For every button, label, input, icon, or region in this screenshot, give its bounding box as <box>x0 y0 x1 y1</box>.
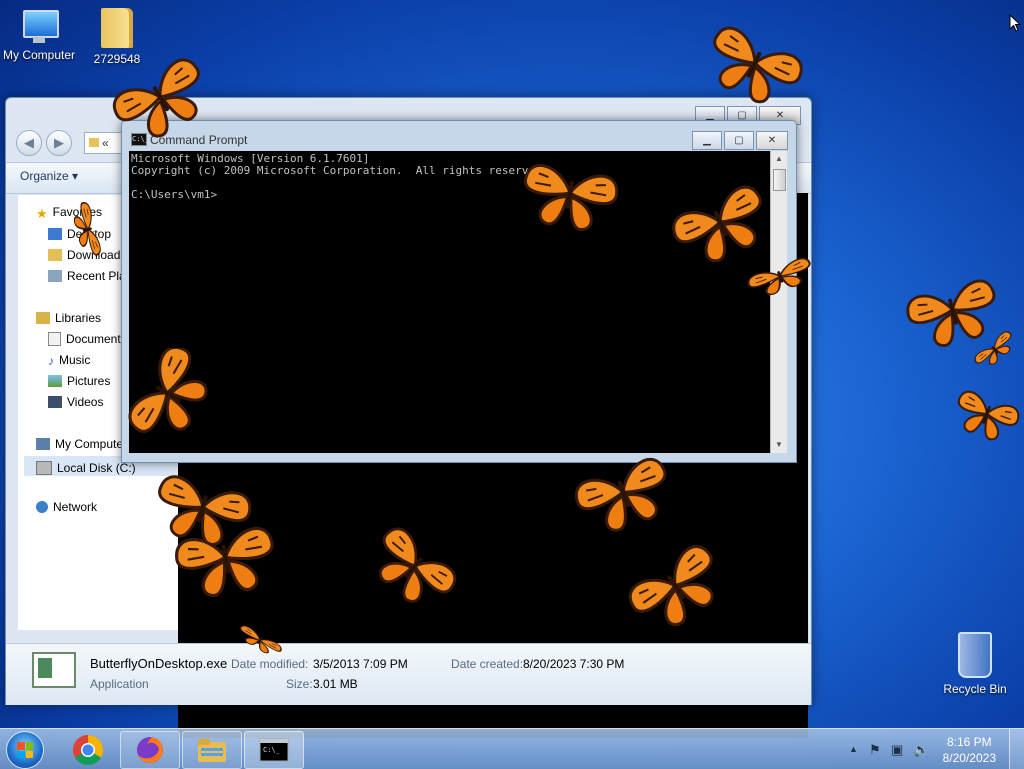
clock-date: 8/20/2023 <box>942 751 996 765</box>
libraries-icon <box>36 312 50 324</box>
chevron-down-icon: ▾ <box>72 169 79 183</box>
back-button[interactable]: ◀ <box>16 130 42 156</box>
butterfly <box>107 53 215 152</box>
cmd-icon: C:\_ <box>259 738 289 762</box>
butterfly <box>700 21 808 115</box>
music-icon: ♪ <box>48 354 54 368</box>
folder-icon <box>89 138 99 147</box>
organize-label: Organize <box>20 169 69 183</box>
console-line: Copyright (c) 2009 Microsoft Corporation… <box>131 164 549 177</box>
chrome-icon <box>72 735 104 766</box>
folder-icon <box>101 8 133 48</box>
butterfly <box>950 387 1023 447</box>
mouse-cursor-icon <box>1009 14 1021 32</box>
volume-muted-icon[interactable]: 🔈 <box>913 742 929 758</box>
nav-libraries[interactable]: Libraries <box>36 311 101 325</box>
scroll-down-icon[interactable]: ▼ <box>771 437 787 453</box>
butterfly <box>517 161 621 237</box>
computer-icon <box>36 438 50 450</box>
butterfly <box>622 539 730 642</box>
drive-icon <box>36 461 52 475</box>
console-prompt: C:\Users\vm1> <box>131 188 218 201</box>
recycle-bin-icon <box>958 632 992 678</box>
taskbar: C:\_ ▲ ⚑ ▣ 🔈 8:16 PM 8/20/2023 <box>0 728 1024 769</box>
taskbar-app-explorer[interactable] <box>182 731 242 769</box>
window-controls: ▁ ▢ ✕ <box>692 131 788 150</box>
nav-music[interactable]: ♪ Music <box>48 353 90 368</box>
butterfly <box>745 255 817 302</box>
taskbar-app-chrome[interactable] <box>58 731 118 769</box>
firefox-icon <box>137 737 163 763</box>
forward-button[interactable]: ▶ <box>46 130 72 156</box>
clock[interactable]: 8:16 PM 8/20/2023 <box>943 734 996 766</box>
videos-icon <box>48 396 62 408</box>
details-size: 3.01 MB <box>313 677 358 691</box>
nav-network[interactable]: Network <box>36 500 97 514</box>
explorer-icon <box>198 739 226 762</box>
butterfly <box>123 348 222 448</box>
minimize-button[interactable]: ▁ <box>692 131 722 150</box>
start-button[interactable] <box>6 731 44 769</box>
nav-buttons: ◀ ▶ <box>16 130 72 156</box>
show-hidden-icons-icon[interactable]: ▲ <box>849 744 858 754</box>
network-status-icon[interactable]: ▣ <box>891 742 903 758</box>
taskbar-app-firefox[interactable] <box>120 731 180 769</box>
details-pane: ButterflyOnDesktop.exe Application Date … <box>6 643 811 705</box>
documents-icon <box>48 332 61 346</box>
nav-documents[interactable]: Documents <box>48 332 127 346</box>
details-date-created: 8/20/2023 7:30 PM <box>523 657 625 671</box>
organize-button[interactable]: Organize ▾ <box>20 169 78 183</box>
nav-videos[interactable]: Videos <box>48 395 103 409</box>
network-icon <box>36 501 48 513</box>
system-tray: ▲ ⚑ ▣ 🔈 8:16 PM 8/20/2023 <box>839 729 1024 769</box>
application-icon <box>32 652 76 688</box>
butterfly <box>172 524 281 603</box>
pictures-icon <box>48 375 62 387</box>
close-button[interactable]: ✕ <box>756 131 788 150</box>
windows-logo-icon <box>17 742 33 758</box>
maximize-button[interactable]: ▢ <box>724 131 754 150</box>
desktop-icon-recycle-bin[interactable]: Recycle Bin <box>930 632 1020 696</box>
details-date-modified: 3/5/2013 7:09 PM <box>313 657 408 671</box>
details-file-type: Application <box>90 677 149 691</box>
butterfly <box>69 200 103 260</box>
details-size-label: Size: <box>286 677 313 691</box>
butterfly <box>365 522 462 619</box>
forward-arrow-icon: ▶ <box>54 135 64 150</box>
desktop-icon-label: Recycle Bin <box>943 682 1007 696</box>
butterfly <box>570 453 678 542</box>
details-date-created-label: Date created: <box>451 657 524 671</box>
action-center-flag-icon[interactable]: ⚑ <box>869 742 881 758</box>
back-arrow-icon: ◀ <box>24 135 34 150</box>
show-desktop-button[interactable] <box>1009 729 1024 769</box>
details-file-name: ButterflyOnDesktop.exe <box>90 656 228 671</box>
computer-icon <box>19 10 59 44</box>
scroll-up-icon[interactable]: ▲ <box>771 151 787 167</box>
taskbar-app-cmd[interactable]: C:\_ <box>244 731 304 769</box>
svg-text:C:\_: C:\_ <box>263 746 281 754</box>
star-icon: ★ <box>36 206 48 221</box>
butterfly <box>235 623 284 660</box>
nav-pictures[interactable]: Pictures <box>48 374 110 388</box>
clock-time: 8:16 PM <box>946 735 992 749</box>
